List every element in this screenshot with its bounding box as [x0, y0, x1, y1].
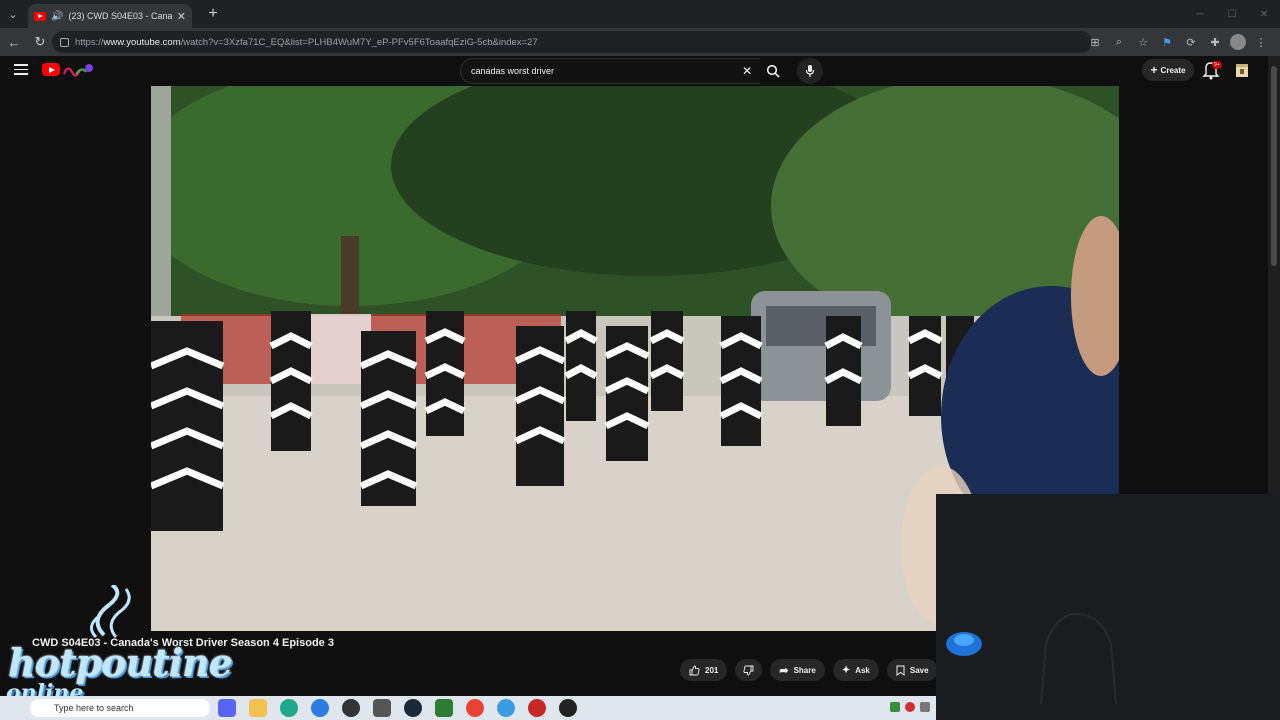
browser-tab-bar: ⌄ 🔊 (23) CWD S04E03 - Canada's W ✕ + ─ ☐… — [0, 0, 1280, 28]
taskbar-app-icons — [218, 699, 577, 717]
windows-taskbar: Type here to search — [0, 696, 936, 720]
voice-search-button[interactable] — [797, 58, 823, 84]
tray-green-icon[interactable] — [890, 702, 900, 712]
window-controls: ─ ☐ ✕ — [1184, 0, 1280, 28]
chrome-icon[interactable] — [466, 699, 484, 717]
browser-tab[interactable]: 🔊 (23) CWD S04E03 - Canada's W ✕ — [28, 4, 192, 28]
share-button[interactable]: ➦ Share — [770, 659, 825, 681]
zoom-icon[interactable]: ⌕ — [1110, 32, 1128, 52]
maximize-button[interactable]: ☐ — [1216, 0, 1248, 28]
bookmark-star-icon[interactable]: ☆ — [1134, 32, 1152, 52]
account-avatar-icon[interactable] — [1234, 62, 1250, 78]
thumbs-up-icon — [689, 665, 700, 675]
file-explorer-icon[interactable] — [249, 699, 267, 717]
extension-icon[interactable]: ⚑ — [1158, 32, 1176, 52]
obs-icon[interactable] — [559, 699, 577, 717]
settings-gear-icon[interactable] — [373, 699, 391, 717]
clear-search-icon[interactable]: ✕ — [742, 64, 752, 78]
close-tab-icon[interactable]: ✕ — [177, 10, 186, 23]
create-button[interactable]: + Create — [1142, 59, 1194, 81]
url-host: www.youtube.com — [103, 36, 181, 48]
sparkle-icon: ✦ — [841, 664, 851, 676]
app-green-icon[interactable] — [435, 699, 453, 717]
toolbar-icons: ⊞ ⌕ ☆ ⚑ ⟳ ✚ ⋮ — [1086, 32, 1270, 52]
create-label: Create — [1160, 65, 1186, 75]
search-icon — [766, 64, 780, 78]
discord-icon[interactable] — [218, 699, 236, 717]
stream-logo-text: hotpoutine — [8, 640, 233, 685]
video-actions: 201 ➦ Share ✦ Ask Save ⤓ — [680, 659, 969, 681]
save-label: Save — [909, 665, 929, 675]
youtube-favicon-icon — [34, 11, 46, 21]
minimize-button[interactable]: ─ — [1184, 0, 1216, 28]
steam-icon[interactable] — [404, 699, 422, 717]
url-path: /watch?v=3Xzfa71C_EQ&list=PLHB4WuM7Y_eP-… — [180, 36, 538, 48]
browser-menu-icon[interactable]: ⋮ — [1252, 32, 1270, 52]
speaker-icon[interactable]: 🔊 — [51, 11, 63, 22]
extensions-puzzle-icon[interactable]: ✚ — [1206, 32, 1224, 52]
system-tray — [890, 702, 930, 712]
webcam-overlay — [936, 494, 1280, 720]
new-tab-button[interactable]: + — [200, 5, 226, 23]
youtube-header: canadas worst driver ✕ + Create 9+ — [0, 56, 1268, 86]
webcam-feed — [936, 494, 1280, 720]
app-lightblue-icon[interactable] — [497, 699, 515, 717]
url-prefix: https:// — [75, 36, 104, 48]
app-dark-icon[interactable] — [342, 699, 360, 717]
share-label: Share — [793, 665, 816, 675]
share-icon: ➦ — [779, 664, 789, 677]
apps-icon[interactable]: ⊞ — [1086, 32, 1104, 52]
guide-menu-icon[interactable] — [14, 64, 28, 78]
youtube-logo-icon[interactable] — [42, 63, 60, 76]
ask-label: Ask — [855, 665, 870, 675]
search-query-text: canadas worst driver — [471, 66, 555, 76]
refresh-extension-icon[interactable]: ⟳ — [1182, 32, 1200, 52]
tray-red-icon[interactable] — [905, 702, 915, 712]
taskbar-search-placeholder: Type here to search — [54, 703, 134, 713]
thumbs-down-icon — [743, 665, 754, 675]
browser-profile-avatar[interactable] — [1230, 34, 1246, 50]
search-input[interactable]: canadas worst driver ✕ — [460, 58, 760, 84]
app-red-icon[interactable] — [528, 699, 546, 717]
search-button[interactable] — [760, 58, 786, 84]
like-count: 201 — [705, 665, 719, 675]
youtube-doodle-logo[interactable] — [62, 62, 94, 78]
save-button[interactable]: Save — [886, 659, 938, 681]
app-blue-icon[interactable] — [311, 699, 329, 717]
address-bar-row: ← ↻ https://www.youtube.com/watch?v=3Xzf… — [0, 28, 1280, 56]
url-field[interactable]: https://www.youtube.com/watch?v=3Xzfa71C… — [52, 31, 1092, 53]
scrollbar-thumb[interactable] — [1271, 66, 1277, 266]
dislike-button[interactable] — [735, 659, 763, 681]
plus-icon: + — [1150, 63, 1158, 77]
ask-button[interactable]: ✦ Ask — [832, 659, 879, 681]
back-button[interactable]: ← — [2, 30, 26, 54]
taskbar-search-input[interactable]: Type here to search — [30, 699, 210, 717]
tray-grey-icon[interactable] — [920, 702, 930, 712]
tab-title: (23) CWD S04E03 - Canada's W — [68, 11, 172, 21]
edge-icon[interactable] — [280, 699, 298, 717]
microphone-icon — [805, 65, 815, 77]
site-info-icon[interactable] — [60, 37, 69, 47]
notification-badge: 9+ — [1212, 61, 1222, 69]
tab-list-button[interactable]: ⌄ — [0, 0, 26, 28]
like-button[interactable]: 201 — [680, 659, 728, 681]
bookmark-icon — [896, 665, 905, 676]
close-window-button[interactable]: ✕ — [1248, 0, 1280, 28]
reload-button[interactable]: ↻ — [28, 30, 52, 54]
